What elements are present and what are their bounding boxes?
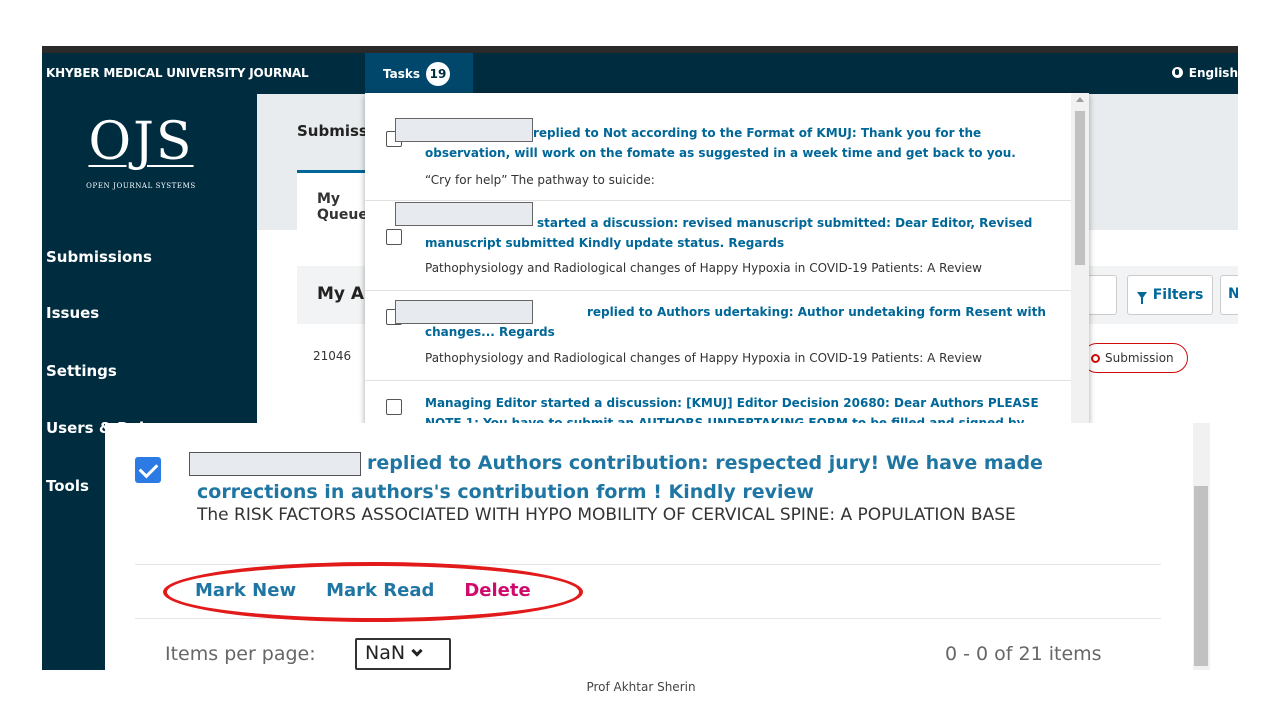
chevron-down-icon xyxy=(411,645,423,657)
items-per-page-label: Items per page: xyxy=(165,643,316,665)
task-item[interactable]: replied to Not according to the Format o… xyxy=(365,93,1071,201)
language-label: English xyxy=(1188,66,1238,80)
task-item[interactable]: replied to Authors udertaking: Author un… xyxy=(365,291,1071,381)
tasks-button[interactable]: Tasks 19 xyxy=(365,53,473,94)
task-checkbox-checked[interactable] xyxy=(135,457,161,483)
stage-badge: Submission xyxy=(1082,343,1188,373)
scroll-thumb[interactable] xyxy=(1075,111,1085,265)
task-message[interactable]: replied to Authors udertaking: Author un… xyxy=(425,302,1055,342)
logo-subtitle: OPEN JOURNAL SYSTEMS xyxy=(86,182,196,190)
globe-icon xyxy=(1171,67,1183,78)
annotation-ellipse xyxy=(163,562,583,622)
new-submission-button[interactable]: New xyxy=(1220,275,1238,315)
sidebar-item-submissions[interactable]: Submissions xyxy=(46,248,152,266)
filter-icon xyxy=(1136,291,1147,304)
callout-scrollbar[interactable] xyxy=(1193,423,1210,670)
tasks-count-badge: 19 xyxy=(426,61,451,86)
zoomed-task-callout: replied to Authors contribution: respect… xyxy=(105,423,1210,670)
task-message[interactable]: Managing Editor started a discussion: [K… xyxy=(425,393,1055,425)
task-message[interactable]: replied to Not according to the Format o… xyxy=(425,123,1055,163)
site-name-link[interactable]: KHYBER MEDICAL UNIVERSITY JOURNAL xyxy=(46,66,309,80)
items-per-page-select[interactable]: NaN xyxy=(355,638,451,670)
task-item[interactable]: Managing Editor started a discussion: [K… xyxy=(365,381,1071,425)
items-per-page-value: NaN xyxy=(365,642,406,664)
sidebar-item-issues[interactable]: Issues xyxy=(46,304,99,322)
tasks-dropdown: replied to Not according to the Format o… xyxy=(365,93,1089,425)
ojs-logo: OJS OPEN JOURNAL SYSTEMS xyxy=(56,114,226,194)
task-message[interactable]: replied to Authors contribution: respect… xyxy=(197,449,1167,507)
scroll-thumb[interactable] xyxy=(1194,486,1208,666)
task-submission-title: Pathophysiology and Radiological changes… xyxy=(425,351,982,365)
scroll-up-arrow-icon[interactable] xyxy=(1076,97,1084,102)
stage-label: Submission xyxy=(1105,351,1174,365)
language-menu[interactable]: English xyxy=(1171,66,1238,80)
submission-id: 21046 xyxy=(313,349,352,363)
slide-credit: Prof Akhtar Sherin xyxy=(586,680,696,694)
tasks-label: Tasks xyxy=(383,66,421,81)
task-checkbox[interactable] xyxy=(386,399,402,415)
filters-button[interactable]: Filters xyxy=(1127,275,1213,315)
task-submission-title: The RISK FACTORS ASSOCIATED WITH HYPO MO… xyxy=(197,505,1016,525)
task-message[interactable]: started a discussion: revised manuscript… xyxy=(425,213,1055,253)
logo-mark: OJS xyxy=(88,112,194,172)
task-submission-title: Pathophysiology and Radiological changes… xyxy=(425,261,982,275)
sidebar-item-tools[interactable]: Tools xyxy=(46,477,89,495)
stage-status-icon xyxy=(1091,353,1100,363)
filters-label: Filters xyxy=(1152,287,1204,303)
task-checkbox[interactable] xyxy=(386,229,402,245)
pagination-count: 0 - 0 of 21 items xyxy=(945,643,1102,665)
task-submission-title: “Cry for help” The pathway to suicide: xyxy=(425,173,655,187)
task-item[interactable]: started a discussion: revised manuscript… xyxy=(365,201,1071,291)
tasks-scrollbar[interactable] xyxy=(1071,93,1089,425)
sidebar-item-settings[interactable]: Settings xyxy=(46,362,117,380)
top-navigation-bar: KHYBER MEDICAL UNIVERSITY JOURNAL Tasks … xyxy=(42,46,1238,94)
